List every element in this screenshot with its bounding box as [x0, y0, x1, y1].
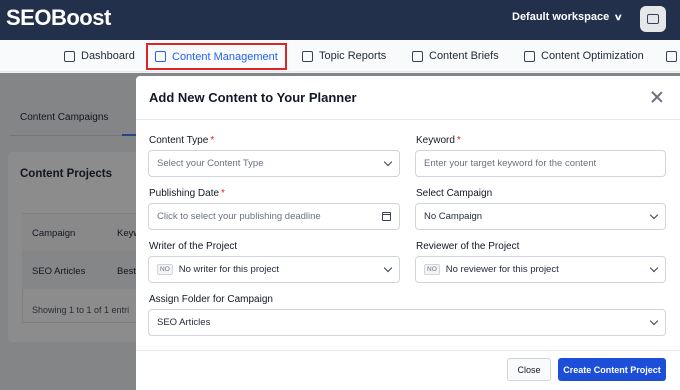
writer-value: No writer for this project — [178, 264, 280, 275]
content-management-icon — [155, 51, 166, 62]
folder-icon — [302, 50, 313, 62]
chevron-down-icon — [383, 263, 393, 273]
nav-item-content-management[interactable]: Content Management — [146, 43, 287, 70]
nav-item-label: Content Briefs — [429, 50, 499, 62]
content-type-label: Content Type * — [149, 135, 214, 146]
writer-label: Writer of the Project — [149, 241, 237, 252]
publishing-date-placeholder: Click to select your publishing deadline — [157, 211, 321, 222]
keyword-input[interactable]: Enter your target keyword for the conten… — [415, 150, 666, 177]
close-icon[interactable] — [650, 90, 664, 104]
chevron-down-icon — [383, 157, 393, 167]
calendar-icon[interactable] — [382, 212, 391, 221]
no-avatar-badge: NO — [157, 264, 173, 275]
keyword-placeholder: Enter your target keyword for the conten… — [424, 158, 597, 169]
dashboard-icon — [64, 50, 75, 62]
folder-label: Assign Folder for Campaign — [149, 294, 273, 305]
main-nav: Dashboard Content Management Topic Repor… — [0, 40, 680, 72]
create-content-project-button[interactable]: Create Content Project — [558, 358, 666, 381]
chevron-down-icon — [649, 210, 659, 220]
required-marker: * — [221, 188, 225, 199]
app-logo[interactable]: SEOBoost — [6, 5, 111, 31]
campaign-label: Select Campaign — [416, 188, 492, 199]
divider — [136, 119, 680, 120]
chevron-down-icon — [649, 316, 659, 326]
required-marker: * — [456, 135, 461, 146]
nav-item-content-optimization[interactable]: Content Optimization — [524, 40, 644, 72]
divider — [136, 350, 680, 351]
content-type-placeholder: Select your Content Type — [157, 158, 264, 169]
keyword-label: Keyword * — [416, 135, 461, 146]
chevron-down-icon: ∨ — [613, 11, 624, 22]
nav-item-content-briefs[interactable]: Content Briefs — [412, 40, 499, 72]
label-text: Content Type — [149, 135, 209, 146]
nav-item-label: Topic Reports — [319, 50, 387, 62]
writer-select[interactable]: NO No writer for this project — [148, 256, 400, 283]
campaign-value: No Campaign — [424, 211, 483, 222]
close-button[interactable]: Close — [507, 358, 551, 381]
optimization-icon — [524, 50, 535, 62]
nav-item-label: Content Optimization — [541, 50, 644, 62]
publishing-date-input[interactable]: Click to select your publishing deadline — [148, 203, 400, 230]
label-text: Select Campaign — [416, 188, 493, 199]
publishing-date-label: Publishing Date * — [149, 188, 225, 199]
campaign-select[interactable]: No Campaign — [415, 203, 666, 230]
label-text: Writer of the Project — [149, 241, 238, 252]
label-text: Keyword — [416, 135, 455, 146]
add-content-modal: Add New Content to Your Planner Content … — [136, 76, 680, 390]
top-bar: SEOBoost Default workspace ∨ — [0, 0, 680, 40]
modal-title: Add New Content to Your Planner — [149, 90, 357, 105]
inbox-icon — [647, 14, 659, 24]
folder-value: SEO Articles — [157, 317, 211, 328]
reviewer-value: No reviewer for this project — [445, 264, 559, 275]
nav-item-label: Content Management — [172, 50, 278, 63]
nav-item-label: Dashboard — [81, 50, 135, 62]
workspace-label: Default workspace — [512, 11, 610, 23]
chevron-down-icon — [649, 263, 659, 273]
more-nav-icon — [666, 50, 677, 62]
nav-item-dashboard[interactable]: Dashboard — [64, 40, 135, 72]
label-text: Publishing Date — [149, 188, 220, 199]
no-avatar-badge: NO — [424, 264, 440, 275]
brief-icon — [412, 50, 423, 62]
reviewer-label: Reviewer of the Project — [416, 241, 519, 252]
workspace-selector[interactable]: Default workspace ∨ — [512, 11, 624, 23]
nav-item-more[interactable] — [666, 40, 677, 72]
user-menu-button[interactable] — [640, 6, 666, 32]
folder-select[interactable]: SEO Articles — [148, 309, 666, 336]
nav-item-topic-reports[interactable]: Topic Reports — [302, 40, 386, 72]
label-text: Reviewer of the Project — [416, 241, 520, 252]
reviewer-select[interactable]: NO No reviewer for this project — [415, 256, 666, 283]
label-text: Assign Folder for Campaign — [149, 294, 273, 305]
content-type-select[interactable]: Select your Content Type — [148, 150, 400, 177]
required-marker: * — [210, 135, 215, 146]
